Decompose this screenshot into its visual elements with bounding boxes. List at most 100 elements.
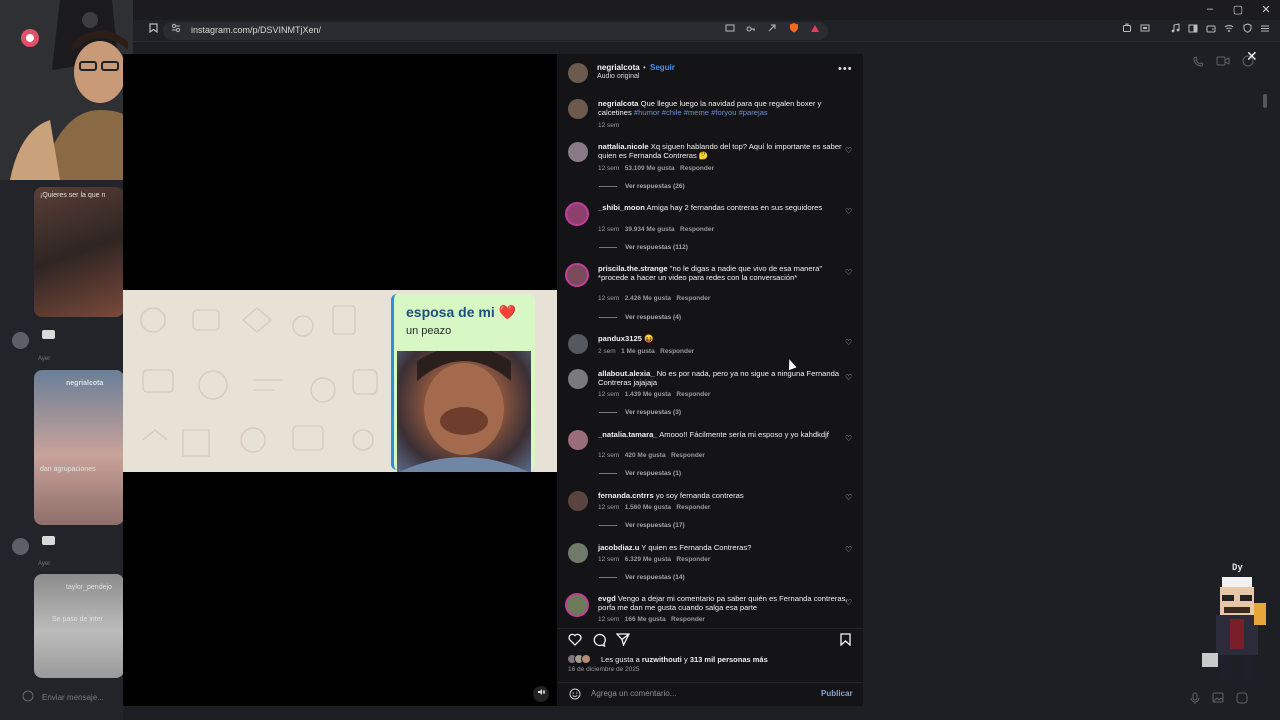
- comment-like-icon[interactable]: ♡: [845, 598, 852, 607]
- reel-thumbnail[interactable]: taylor_pendejo Se paso de inter: [34, 574, 124, 678]
- sticker-icon[interactable]: [1236, 692, 1248, 707]
- like-icon[interactable]: [568, 633, 582, 649]
- comment-like-icon[interactable]: ♡: [845, 493, 852, 502]
- commenter-avatar[interactable]: [565, 593, 589, 617]
- reply-button[interactable]: Responder: [676, 391, 710, 398]
- background-scrollbar[interactable]: [1263, 94, 1267, 108]
- commenter-username[interactable]: _shibi_moon: [598, 203, 645, 212]
- comment-input[interactable]: Agrega un comentario...: [591, 689, 811, 698]
- microphone-icon[interactable]: [1190, 692, 1200, 707]
- comment-likes[interactable]: 39.934 Me gusta: [625, 226, 675, 233]
- follow-button[interactable]: Seguir: [650, 63, 675, 72]
- minimize-button[interactable]: –: [1200, 3, 1220, 15]
- commenter-username[interactable]: fernanda.cntrrs: [598, 491, 654, 500]
- brave-shield-icon[interactable]: [787, 22, 801, 40]
- image-icon[interactable]: [1212, 692, 1224, 706]
- author-username[interactable]: negrialcota: [597, 63, 640, 72]
- brave-rewards-icon[interactable]: [808, 22, 822, 40]
- commenter-avatar[interactable]: [568, 142, 588, 162]
- commenter-avatar[interactable]: [568, 334, 588, 354]
- save-icon[interactable]: [840, 633, 851, 649]
- commenter-avatar[interactable]: [568, 543, 588, 563]
- comment-likes[interactable]: 420 Me gusta: [625, 452, 666, 459]
- share-icon[interactable]: [765, 22, 779, 40]
- reel-thumbnail[interactable]: ¡Quieres ser la que n: [34, 187, 124, 317]
- reply-button[interactable]: Responder: [680, 165, 714, 172]
- emoji-icon[interactable]: [22, 690, 34, 705]
- commenter-username[interactable]: evgd: [598, 594, 616, 603]
- commenter-avatar[interactable]: [565, 202, 589, 226]
- view-replies-button[interactable]: Ver respuestas (3): [599, 409, 681, 416]
- view-replies-button[interactable]: Ver respuestas (26): [599, 183, 685, 190]
- reply-button[interactable]: Responder: [671, 452, 705, 459]
- comment-likes[interactable]: 2.426 Me gusta: [625, 295, 671, 302]
- commenter-username[interactable]: priscila.the.strange: [598, 264, 668, 273]
- comment-like-icon[interactable]: ♡: [845, 338, 852, 347]
- tab-capture-icon[interactable]: [1138, 22, 1152, 40]
- author-avatar[interactable]: [568, 63, 588, 83]
- comment-like-icon[interactable]: ♡: [845, 268, 852, 277]
- view-replies-button[interactable]: Ver respuestas (14): [599, 574, 685, 581]
- close-window-button[interactable]: ✕: [1256, 3, 1276, 16]
- extensions-icon[interactable]: [1120, 22, 1134, 40]
- close-modal-icon[interactable]: ✕: [1246, 48, 1258, 65]
- reply-button[interactable]: Responder: [676, 504, 710, 511]
- cast-icon[interactable]: [723, 22, 737, 40]
- comment-like-icon[interactable]: ♡: [845, 434, 852, 443]
- reply-button[interactable]: Responder: [680, 226, 714, 233]
- menu-icon[interactable]: [1258, 22, 1272, 40]
- view-replies-button[interactable]: Ver respuestas (17): [599, 522, 685, 529]
- commenter-username[interactable]: pandux3125: [598, 334, 642, 343]
- phone-icon[interactable]: [1192, 56, 1204, 71]
- address-bar[interactable]: instagram.com/p/DSVINMTjXen/: [163, 22, 828, 40]
- commenter-username[interactable]: _natalia.tamara_: [598, 430, 658, 439]
- emoji-icon[interactable]: [569, 688, 581, 703]
- wallet-icon[interactable]: [1204, 22, 1218, 40]
- comment-likes[interactable]: 166 Me gusta: [625, 616, 666, 623]
- maximize-button[interactable]: ▢: [1228, 3, 1248, 16]
- comment-like-icon[interactable]: ♡: [845, 373, 852, 382]
- more-options-icon[interactable]: •••: [838, 63, 853, 75]
- comment-likes[interactable]: 53.109 Me gusta: [625, 165, 675, 172]
- commenter-username[interactable]: allabout.alexia_: [598, 369, 655, 378]
- commenter-avatar[interactable]: [565, 263, 589, 287]
- reply-button[interactable]: Responder: [676, 556, 710, 563]
- sidebar-icon[interactable]: [1186, 22, 1200, 40]
- commenter-avatar[interactable]: [568, 430, 588, 450]
- reply-button[interactable]: Responder: [671, 616, 705, 623]
- commenter-username[interactable]: jacobdiaz.u: [598, 543, 639, 552]
- comment-like-icon[interactable]: ♡: [845, 207, 852, 216]
- publish-button[interactable]: Publicar: [821, 689, 853, 698]
- bookmark-icon[interactable]: [146, 22, 160, 40]
- reply-button[interactable]: Responder: [660, 348, 694, 355]
- music-icon[interactable]: [1168, 22, 1182, 40]
- reel-thumbnail[interactable]: negrialcota dan agrupaciones: [34, 370, 124, 525]
- vpn-icon[interactable]: [1222, 22, 1236, 40]
- reply-button[interactable]: Responder: [676, 295, 710, 302]
- likes-count[interactable]: 313 mil personas más: [690, 655, 768, 664]
- post-media-pane[interactable]: esposa de mi ❤️ un peazo: [123, 54, 557, 706]
- commenter-username[interactable]: nattalia.nicole: [598, 142, 649, 151]
- key-icon[interactable]: [744, 22, 758, 40]
- view-replies-button[interactable]: Ver respuestas (112): [599, 244, 688, 251]
- comment-like-icon[interactable]: ♡: [845, 545, 852, 554]
- site-settings-icon[interactable]: [169, 22, 183, 40]
- shield-icon[interactable]: [1240, 22, 1254, 40]
- comment-likes[interactable]: 6.329 Me gusta: [625, 556, 671, 563]
- author-avatar[interactable]: [568, 99, 588, 119]
- video-call-icon[interactable]: [1216, 56, 1230, 69]
- share-icon[interactable]: [615, 633, 631, 649]
- comment-likes[interactable]: 1.560 Me gusta: [625, 504, 671, 511]
- comment-likes[interactable]: 1 Me gusta: [621, 348, 655, 355]
- audio-link[interactable]: Audio original: [597, 73, 639, 80]
- caption-username[interactable]: negrialcota: [598, 99, 639, 108]
- post-image[interactable]: esposa de mi ❤️ un peazo: [123, 290, 557, 472]
- message-input[interactable]: Enviar mensaje...: [42, 693, 104, 702]
- mute-button[interactable]: [533, 686, 549, 702]
- commenter-avatar[interactable]: [568, 369, 588, 389]
- comment-icon[interactable]: [592, 633, 606, 650]
- comment-like-icon[interactable]: ♡: [845, 146, 852, 155]
- likes-text[interactable]: Les gusta a ruzwithouti y 313 mil person…: [601, 655, 768, 664]
- comment-likes[interactable]: 1.439 Me gusta: [625, 391, 671, 398]
- view-replies-button[interactable]: Ver respuestas (1): [599, 470, 681, 477]
